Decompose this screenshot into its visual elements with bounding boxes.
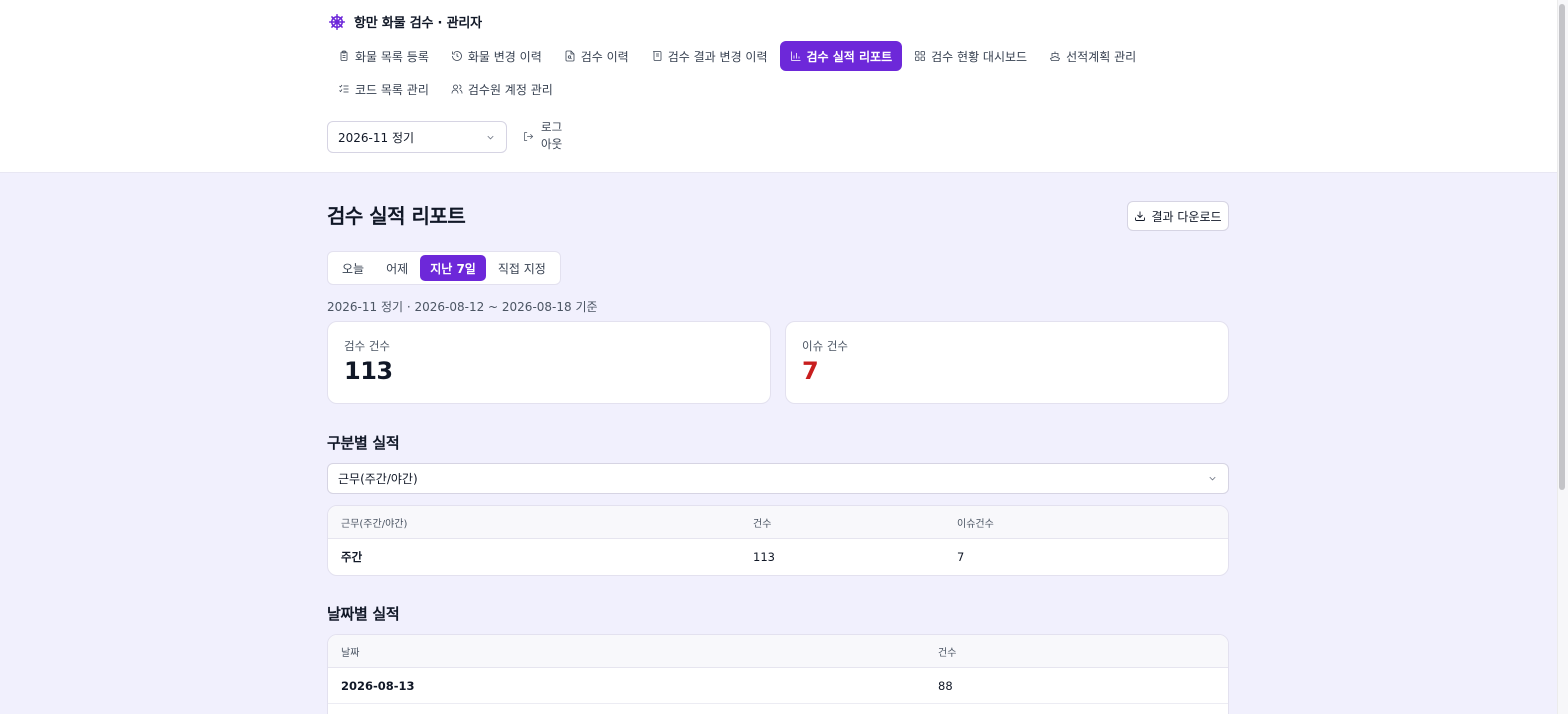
table-cell: 113	[753, 550, 775, 564]
download-results-button[interactable]: 결과 다운로드	[1127, 201, 1229, 231]
column-header: 근무(주간/야간)	[341, 518, 408, 530]
range-tab-yesterday[interactable]: 어제	[376, 255, 418, 281]
logout-icon	[524, 131, 534, 141]
chevron-down-icon	[1209, 476, 1216, 481]
logout-label: 로그아웃	[541, 120, 563, 151]
stat-value: 113	[344, 357, 393, 385]
table-row: 2026-08-13 88	[328, 668, 1228, 704]
range-tab-custom[interactable]: 직접 지정	[488, 255, 556, 281]
scrollbar-thumb[interactable]	[1559, 4, 1565, 490]
range-tab-last-7-days[interactable]: 지난 7일	[420, 255, 486, 281]
nav-item-label: 코드 목록 관리	[355, 82, 429, 97]
main-nav: 화물 목록 등록 화물 변경 이력 검수 이력 검수 결과 변경 이력 검수 실…	[328, 41, 1208, 104]
nav-item-inspector-accounts[interactable]: 검수원 계정 관리	[441, 74, 563, 104]
ship-wheel-icon	[328, 13, 346, 31]
table-header: 근무(주간/야간) 건수 이슈건수	[328, 506, 1228, 539]
table-row: 주간 113 7	[328, 539, 1228, 575]
nav-item-label: 화물 변경 이력	[467, 49, 542, 64]
nav-item-label: 화물 목록 등록	[355, 49, 429, 64]
nav-item-code-list[interactable]: 코드 목록 관리	[328, 74, 439, 104]
table-header: 날짜 건수	[328, 635, 1228, 668]
download-label: 결과 다운로드	[1151, 209, 1222, 224]
section-title-by-category: 구분별 실적	[327, 434, 400, 452]
stat-label: 검수 건수	[344, 339, 390, 353]
column-header: 이슈건수	[957, 518, 994, 530]
column-header: 날짜	[341, 647, 360, 659]
nav-item-label: 검수원 계정 관리	[467, 82, 553, 97]
nav-item-inspection-history[interactable]: 검수 이력	[554, 41, 639, 71]
category-table: 근무(주간/야간) 건수 이슈건수 주간 113 7	[327, 505, 1229, 576]
table-cell: 7	[957, 550, 965, 564]
users-icon	[451, 84, 463, 94]
app-title: 항만 화물 검수 · 관리자	[354, 16, 482, 31]
period-select-value: 2026-11 정기	[338, 130, 415, 145]
table-cell: 88	[938, 678, 953, 693]
stat-value: 7	[802, 357, 819, 385]
nav-item-cargo-list[interactable]: 화물 목록 등록	[328, 41, 439, 71]
chevron-down-icon	[487, 135, 494, 139]
scroll-icon	[652, 51, 662, 61]
range-tab-today[interactable]: 오늘	[332, 255, 374, 281]
logout-button[interactable]: 로그아웃	[523, 119, 565, 153]
category-select-value: 근무(주간/야간)	[338, 472, 418, 486]
category-select[interactable]: 근무(주간/야간)	[327, 463, 1229, 494]
nav-item-shipping-plan[interactable]: 선적계획 관리	[1039, 41, 1146, 71]
table-cell: 2026-08-13	[341, 678, 415, 693]
stat-label: 이슈 건수	[802, 339, 848, 353]
range-caption: 2026-11 정기 · 2026-08-12 ~ 2026-08-18 기준	[327, 300, 598, 314]
nav-item-performance-report[interactable]: 검수 실적 리포트	[779, 41, 903, 71]
download-icon	[1135, 211, 1146, 221]
table-cell: 주간	[341, 550, 363, 564]
stat-card-issues: 이슈 건수 7	[785, 321, 1229, 404]
nav-item-label: 검수 실적 리포트	[806, 49, 893, 64]
nav-item-dashboard[interactable]: 검수 현황 대시보드	[904, 41, 1037, 71]
nav-item-label: 검수 현황 대시보드	[931, 49, 1028, 64]
section-title-by-date: 날짜별 실적	[327, 605, 400, 623]
brand[interactable]: 항만 화물 검수 · 관리자	[328, 12, 482, 31]
ship-icon	[1050, 51, 1061, 61]
nav-item-cargo-history[interactable]: 화물 변경 이력	[441, 41, 552, 71]
list-checks-icon	[339, 84, 349, 93]
nav-item-result-change-history[interactable]: 검수 결과 변경 이력	[641, 41, 778, 71]
nav-item-label: 검수 결과 변경 이력	[667, 49, 768, 64]
page-title: 검수 실적 리포트	[327, 204, 466, 228]
bar-chart-icon	[790, 51, 800, 61]
nav-item-label: 검수 이력	[580, 49, 629, 64]
app-header: 항만 화물 검수 · 관리자 화물 목록 등록 화물 변경 이력 검수 이력 검…	[0, 0, 1557, 173]
column-header: 건수	[938, 647, 957, 659]
history-icon	[451, 51, 462, 61]
date-range-tabs: 오늘 어제 지난 7일 직접 지정	[327, 251, 561, 285]
clipboard-list-icon	[340, 50, 348, 61]
period-select[interactable]: 2026-11 정기	[327, 121, 507, 153]
column-header: 건수	[753, 518, 772, 530]
date-table: 날짜 건수 2026-08-13 88	[327, 634, 1229, 714]
nav-item-label: 선적계획 관리	[1066, 49, 1137, 64]
stat-card-inspections: 검수 건수 113	[327, 321, 771, 404]
layout-grid-icon	[915, 51, 926, 61]
file-search-icon	[565, 50, 575, 62]
